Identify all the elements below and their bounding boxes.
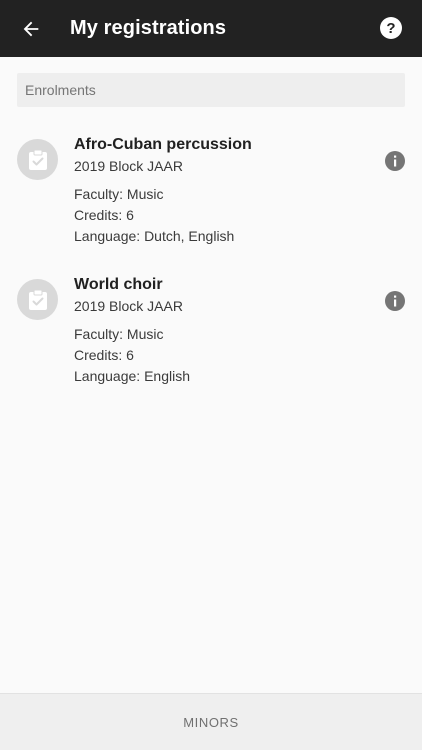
registration-item: Afro-Cuban percussion 2019 Block JAAR Fa… [0, 136, 422, 259]
clipboard-check-icon [28, 149, 47, 170]
svg-text:?: ? [386, 20, 395, 37]
info-icon [385, 291, 405, 311]
registration-credits: Credits: 6 [74, 207, 134, 223]
registration-block: 2019 Block JAAR [74, 158, 183, 174]
registration-language: Language: Dutch, English [74, 228, 235, 244]
help-button[interactable]: ? [380, 17, 402, 39]
registration-faculty: Faculty: Music [74, 186, 164, 202]
help-circle-icon: ? [380, 17, 402, 39]
page-title: My registrations [70, 17, 227, 39]
registration-item: World choir 2019 Block JAAR Faculty: Mus… [0, 276, 422, 399]
registration-credits: Credits: 6 [74, 347, 134, 363]
registration-avatar [17, 139, 58, 180]
registration-avatar [17, 279, 58, 320]
registration-language: Language: English [74, 368, 190, 384]
arrow-left-icon [23, 21, 39, 37]
clipboard-check-icon [28, 289, 47, 310]
info-button[interactable] [385, 291, 405, 311]
info-button[interactable] [385, 151, 405, 171]
info-icon [385, 151, 405, 171]
app-bar: My registrations ? [0, 0, 422, 57]
registration-faculty: Faculty: Music [74, 326, 164, 342]
section-header-enrolments: Enrolments [17, 73, 405, 107]
registration-title: Afro-Cuban percussion [74, 136, 252, 153]
back-button[interactable] [18, 16, 44, 42]
registration-title: World choir [74, 276, 163, 293]
registration-block: 2019 Block JAAR [74, 298, 183, 314]
minors-label: MINORS [183, 714, 239, 730]
minors-button[interactable]: MINORS [0, 693, 422, 750]
